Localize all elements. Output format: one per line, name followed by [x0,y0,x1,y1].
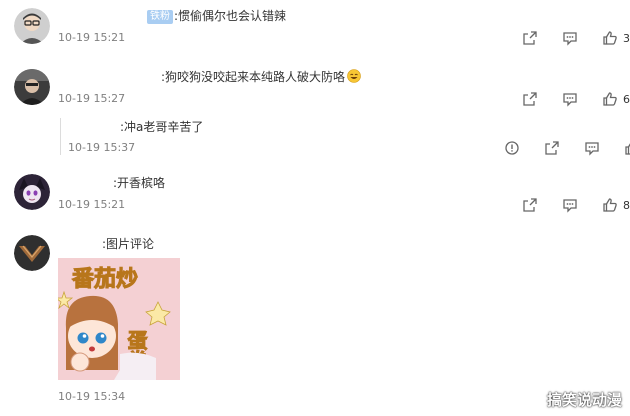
thumbs-up-icon[interactable] [623,139,630,157]
thumbs-up-icon[interactable] [601,196,619,214]
share-icon[interactable] [543,139,561,157]
comment-body: :狗咬狗没咬起来本纯路人破大防咯 [161,70,346,84]
avatar[interactable] [14,174,50,210]
avatar[interactable] [14,8,50,44]
reply-time: 10-19 15:37 [68,141,136,154]
like-count: 6 [623,92,630,106]
fan-badge[interactable]: 铁粉 [147,10,173,24]
report-icon[interactable] [503,139,521,157]
share-icon[interactable] [521,90,539,108]
comment-time: 10-19 15:21 [58,198,126,211]
comment-text: :狗咬狗没咬起来本纯路人破大防咯 [161,69,361,85]
avatar[interactable] [14,69,50,105]
avatar[interactable] [14,235,50,271]
sticker-image[interactable]: 番茄炒 蛋拳 [58,258,180,380]
comment-body: :图片评论 [102,237,155,251]
reply-body: :冲a老哥辛苦了 [120,120,204,134]
comment-text: :图片评论 [102,236,154,252]
comment-text: 铁粉:惯偷偶尔也会认错辣 [147,8,286,24]
reply-divider [60,118,61,155]
thumbs-up-icon[interactable] [601,90,619,108]
comment-time: 10-19 15:21 [58,31,126,44]
comment-actions: 6 [521,90,630,108]
comment-icon[interactable] [561,29,579,47]
reply-actions [503,139,630,157]
comment-time: 10-19 15:34 [58,390,126,403]
watermark: 搞笑说动漫 [546,391,622,409]
comment-text: :开香槟咯 [113,175,165,191]
comment-body: :开香槟咯 [113,176,166,190]
share-icon[interactable] [521,196,539,214]
comment-icon[interactable] [583,139,601,157]
comment-body: :惯偷偶尔也会认错辣 [174,9,287,23]
sticker-title-line1: 番茄炒 [71,267,138,292]
smiling-face-emoji [347,69,361,83]
comment-time: 10-19 15:27 [58,92,126,105]
comment-icon[interactable] [561,90,579,108]
like-count: 8 [623,198,630,212]
comment-icon[interactable] [561,196,579,214]
reply-text: :冲a老哥辛苦了 [120,119,203,135]
like-count: 3 [623,31,630,45]
share-icon[interactable] [521,29,539,47]
comment-actions: 3 [521,29,630,47]
comment-actions: 8 [521,196,630,214]
thumbs-up-icon[interactable] [601,29,619,47]
